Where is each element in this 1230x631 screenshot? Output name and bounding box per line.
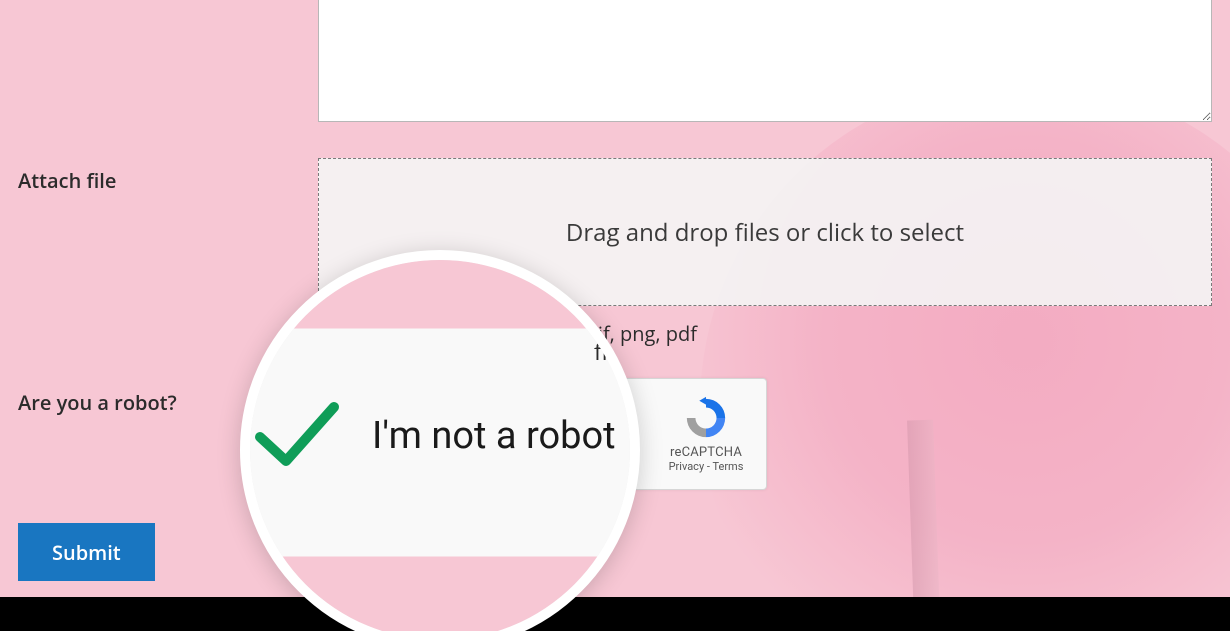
recaptcha-checkbox-label: I'm not a robot xyxy=(401,422,656,446)
recaptcha-checkbox[interactable] xyxy=(339,413,381,455)
recaptcha-widget: I'm not a robot reCAPTCHA Privacy - Term… xyxy=(318,378,767,490)
dropzone-text: Drag and drop files or click to select xyxy=(566,216,964,249)
recaptcha-brand-block: reCAPTCHA Privacy - Terms xyxy=(656,395,766,473)
file-dropzone[interactable]: Drag and drop files or click to select xyxy=(318,158,1212,306)
recaptcha-brand-text: reCAPTCHA xyxy=(656,445,756,460)
attach-file-label: Attach file xyxy=(18,167,116,194)
recaptcha-terms-link[interactable]: Terms xyxy=(712,460,743,473)
message-textarea[interactable] xyxy=(318,0,1212,122)
recaptcha-links: Privacy - Terms xyxy=(656,460,756,473)
robot-question-label: Are you a robot? xyxy=(18,389,177,416)
footer-bar xyxy=(0,597,1230,631)
form-page: Attach file Drag and drop files or click… xyxy=(0,0,1230,631)
recaptcha-logo-icon xyxy=(683,395,729,441)
submit-button[interactable]: Submit xyxy=(18,523,155,581)
recaptcha-privacy-link[interactable]: Privacy xyxy=(669,460,705,473)
accepted-filetypes-text: Accepted file types: jpg, jpef, gif, png… xyxy=(318,320,697,347)
